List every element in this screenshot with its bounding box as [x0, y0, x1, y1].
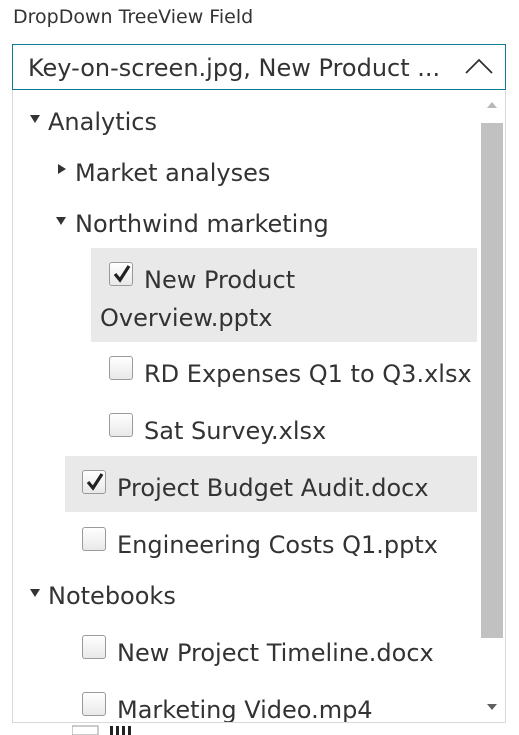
tree-node-label: RD Expenses Q1 to Q3.xlsx	[144, 360, 472, 388]
tree-node-label: New Project Timeline.docx	[117, 639, 434, 667]
checkmark-icon	[86, 473, 104, 491]
tree-node-label: Analytics	[48, 108, 157, 136]
scroll-thumb[interactable]	[481, 123, 503, 638]
tree-node-label-line1: New Product	[144, 266, 296, 294]
scroll-down-arrow-icon[interactable]	[487, 704, 497, 710]
tree-node-label-line2: Overview.pptx	[100, 304, 273, 332]
tree-node-engineering-costs[interactable]: Engineering Costs Q1.pptx	[13, 527, 477, 561]
checkmark-icon	[113, 265, 131, 283]
chevron-up-icon[interactable]	[463, 51, 495, 83]
tree-node-notebooks[interactable]: Notebooks	[13, 582, 473, 612]
collapse-arrow-icon[interactable]	[30, 589, 40, 597]
scroll-up-arrow-icon[interactable]	[487, 102, 497, 108]
checkbox-unchecked[interactable]	[82, 692, 106, 716]
tree-node-marketing-video[interactable]: Marketing Video.mp4	[13, 692, 477, 723]
expand-arrow-icon[interactable]	[58, 164, 66, 174]
checkbox-checked[interactable]	[109, 262, 133, 286]
treeview-popup: Analytics Market analyses Northwind mark…	[12, 90, 506, 723]
tree-node-project-budget-audit[interactable]: Project Budget Audit.docx	[13, 470, 477, 504]
tree-node-label: Marketing Video.mp4	[117, 696, 373, 723]
checkbox-checked[interactable]	[82, 470, 106, 494]
tree-node-label: Notebooks	[48, 582, 176, 610]
tree-node-label: Engineering Costs Q1.pptx	[117, 531, 438, 559]
tree-node-analytics[interactable]: Analytics	[13, 108, 473, 138]
vertical-scrollbar[interactable]	[478, 90, 505, 722]
tree-node-label: Market analyses	[75, 159, 271, 187]
tree-node-rd-expenses[interactable]: RD Expenses Q1 to Q3.xlsx	[13, 356, 477, 390]
checkbox-unchecked[interactable]	[82, 635, 106, 659]
partially-hidden-item-icon	[72, 725, 131, 735]
checkbox-unchecked[interactable]	[109, 413, 133, 437]
collapse-arrow-icon[interactable]	[56, 217, 66, 225]
checkbox-unchecked[interactable]	[109, 356, 133, 380]
checkbox-unchecked[interactable]	[82, 527, 106, 551]
dropdown-treeview-input[interactable]: Key-on-screen.jpg, New Product ...	[12, 44, 506, 90]
collapse-arrow-icon[interactable]	[30, 115, 40, 123]
field-label: DropDown TreeView Field	[13, 6, 254, 28]
selected-values-text: Key-on-screen.jpg, New Product ...	[28, 55, 438, 81]
tree-node-label: Sat Survey.xlsx	[144, 417, 327, 445]
tree-node-sat-survey[interactable]: Sat Survey.xlsx	[13, 413, 477, 447]
tree-node-new-project-timeline[interactable]: New Project Timeline.docx	[13, 635, 477, 669]
tree-node-northwind-marketing[interactable]: Northwind marketing	[13, 210, 473, 240]
tree-node-new-product-overview[interactable]: New Product Overview.pptx	[13, 248, 477, 342]
tree-node-label: Project Budget Audit.docx	[117, 474, 429, 502]
tree-node-label: Northwind marketing	[75, 210, 329, 238]
tree-node-market-analyses[interactable]: Market analyses	[13, 159, 473, 189]
